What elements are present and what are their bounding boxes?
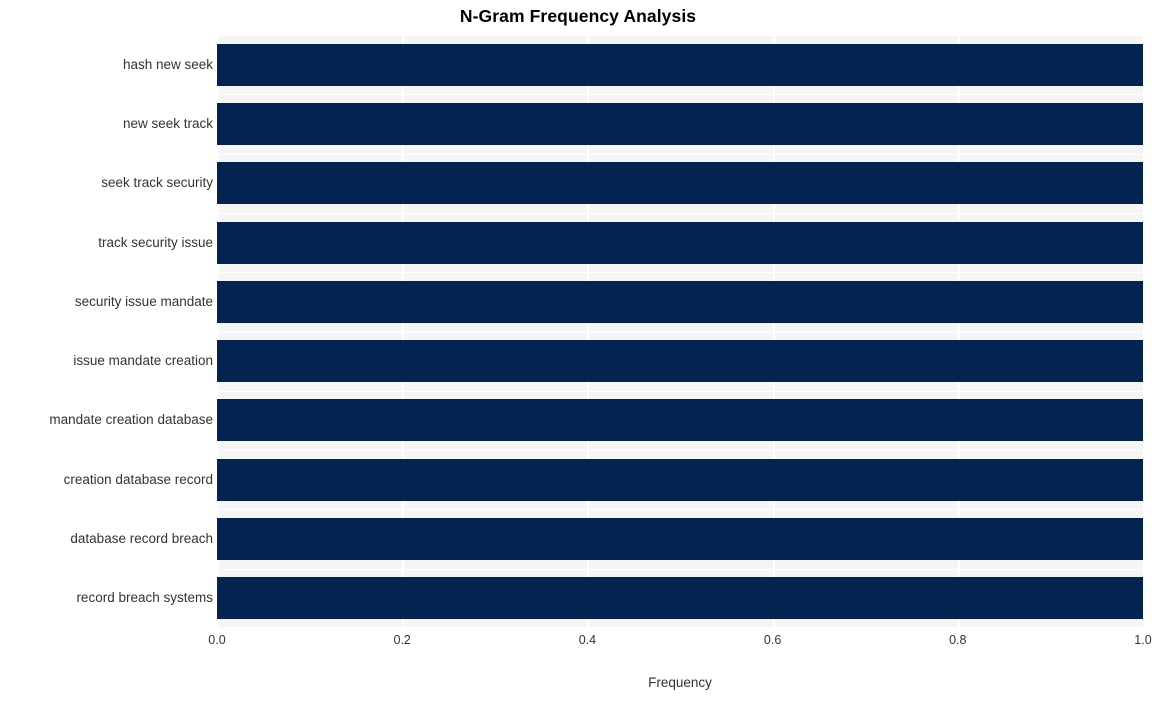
y-axis-tick-label: database record breach [70, 531, 213, 547]
chart-figure: N-Gram Frequency Analysis hash new seek n… [0, 0, 1156, 701]
bar [217, 43, 1143, 86]
y-axis-tick-label: creation database record [63, 471, 213, 487]
bar [217, 399, 1143, 442]
y-gridline [217, 332, 1143, 333]
y-gridline [217, 509, 1143, 510]
y-gridline [217, 94, 1143, 95]
y-axis-tick-label: track security issue [98, 234, 213, 250]
y-gridline [217, 627, 1143, 628]
y-axis-tick-label: seek track security [101, 175, 213, 191]
x-axis-tick-label: 0.6 [763, 633, 782, 647]
y-gridline [217, 213, 1143, 214]
y-gridline [217, 154, 1143, 155]
x-axis-tick-label: 0.8 [949, 633, 967, 647]
y-axis-tick-label: record breach systems [76, 590, 213, 606]
y-axis-tick-label: mandate creation database [49, 412, 213, 428]
y-gridline [217, 391, 1143, 392]
x-axis-tick-label: 0.2 [393, 633, 411, 647]
plot-area [217, 35, 1143, 628]
x-axis-tick-label: 1.0 [1134, 633, 1152, 647]
x-axis-label: Frequency [648, 675, 712, 690]
bar [217, 280, 1143, 323]
bar [217, 221, 1143, 264]
y-axis-tick-label: hash new seek [122, 56, 213, 72]
x-axis-tick-label: 0.0 [208, 633, 226, 647]
x-axis-tick-labels: 0.0 0.2 0.4 0.6 0.8 1.0 [208, 633, 1151, 653]
y-gridline [217, 272, 1143, 273]
y-gridline [217, 450, 1143, 451]
y-axis-tick-label: issue mandate creation [73, 353, 213, 369]
y-gridline [217, 569, 1143, 570]
x-axis-tick-label: 0.4 [578, 633, 597, 647]
bar [217, 102, 1143, 145]
bar [217, 577, 1143, 620]
bar [217, 162, 1143, 205]
bar [217, 518, 1143, 561]
bar [217, 458, 1143, 501]
y-axis-tick-labels: hash new seek new seek track seek track se… [0, 35, 213, 628]
page-title: N-Gram Frequency Analysis [459, 6, 697, 26]
bar [217, 340, 1143, 383]
y-axis-tick-label: new seek track [122, 115, 213, 131]
y-axis-tick-label: security issue mandate [74, 293, 213, 309]
y-gridline [217, 35, 1143, 36]
